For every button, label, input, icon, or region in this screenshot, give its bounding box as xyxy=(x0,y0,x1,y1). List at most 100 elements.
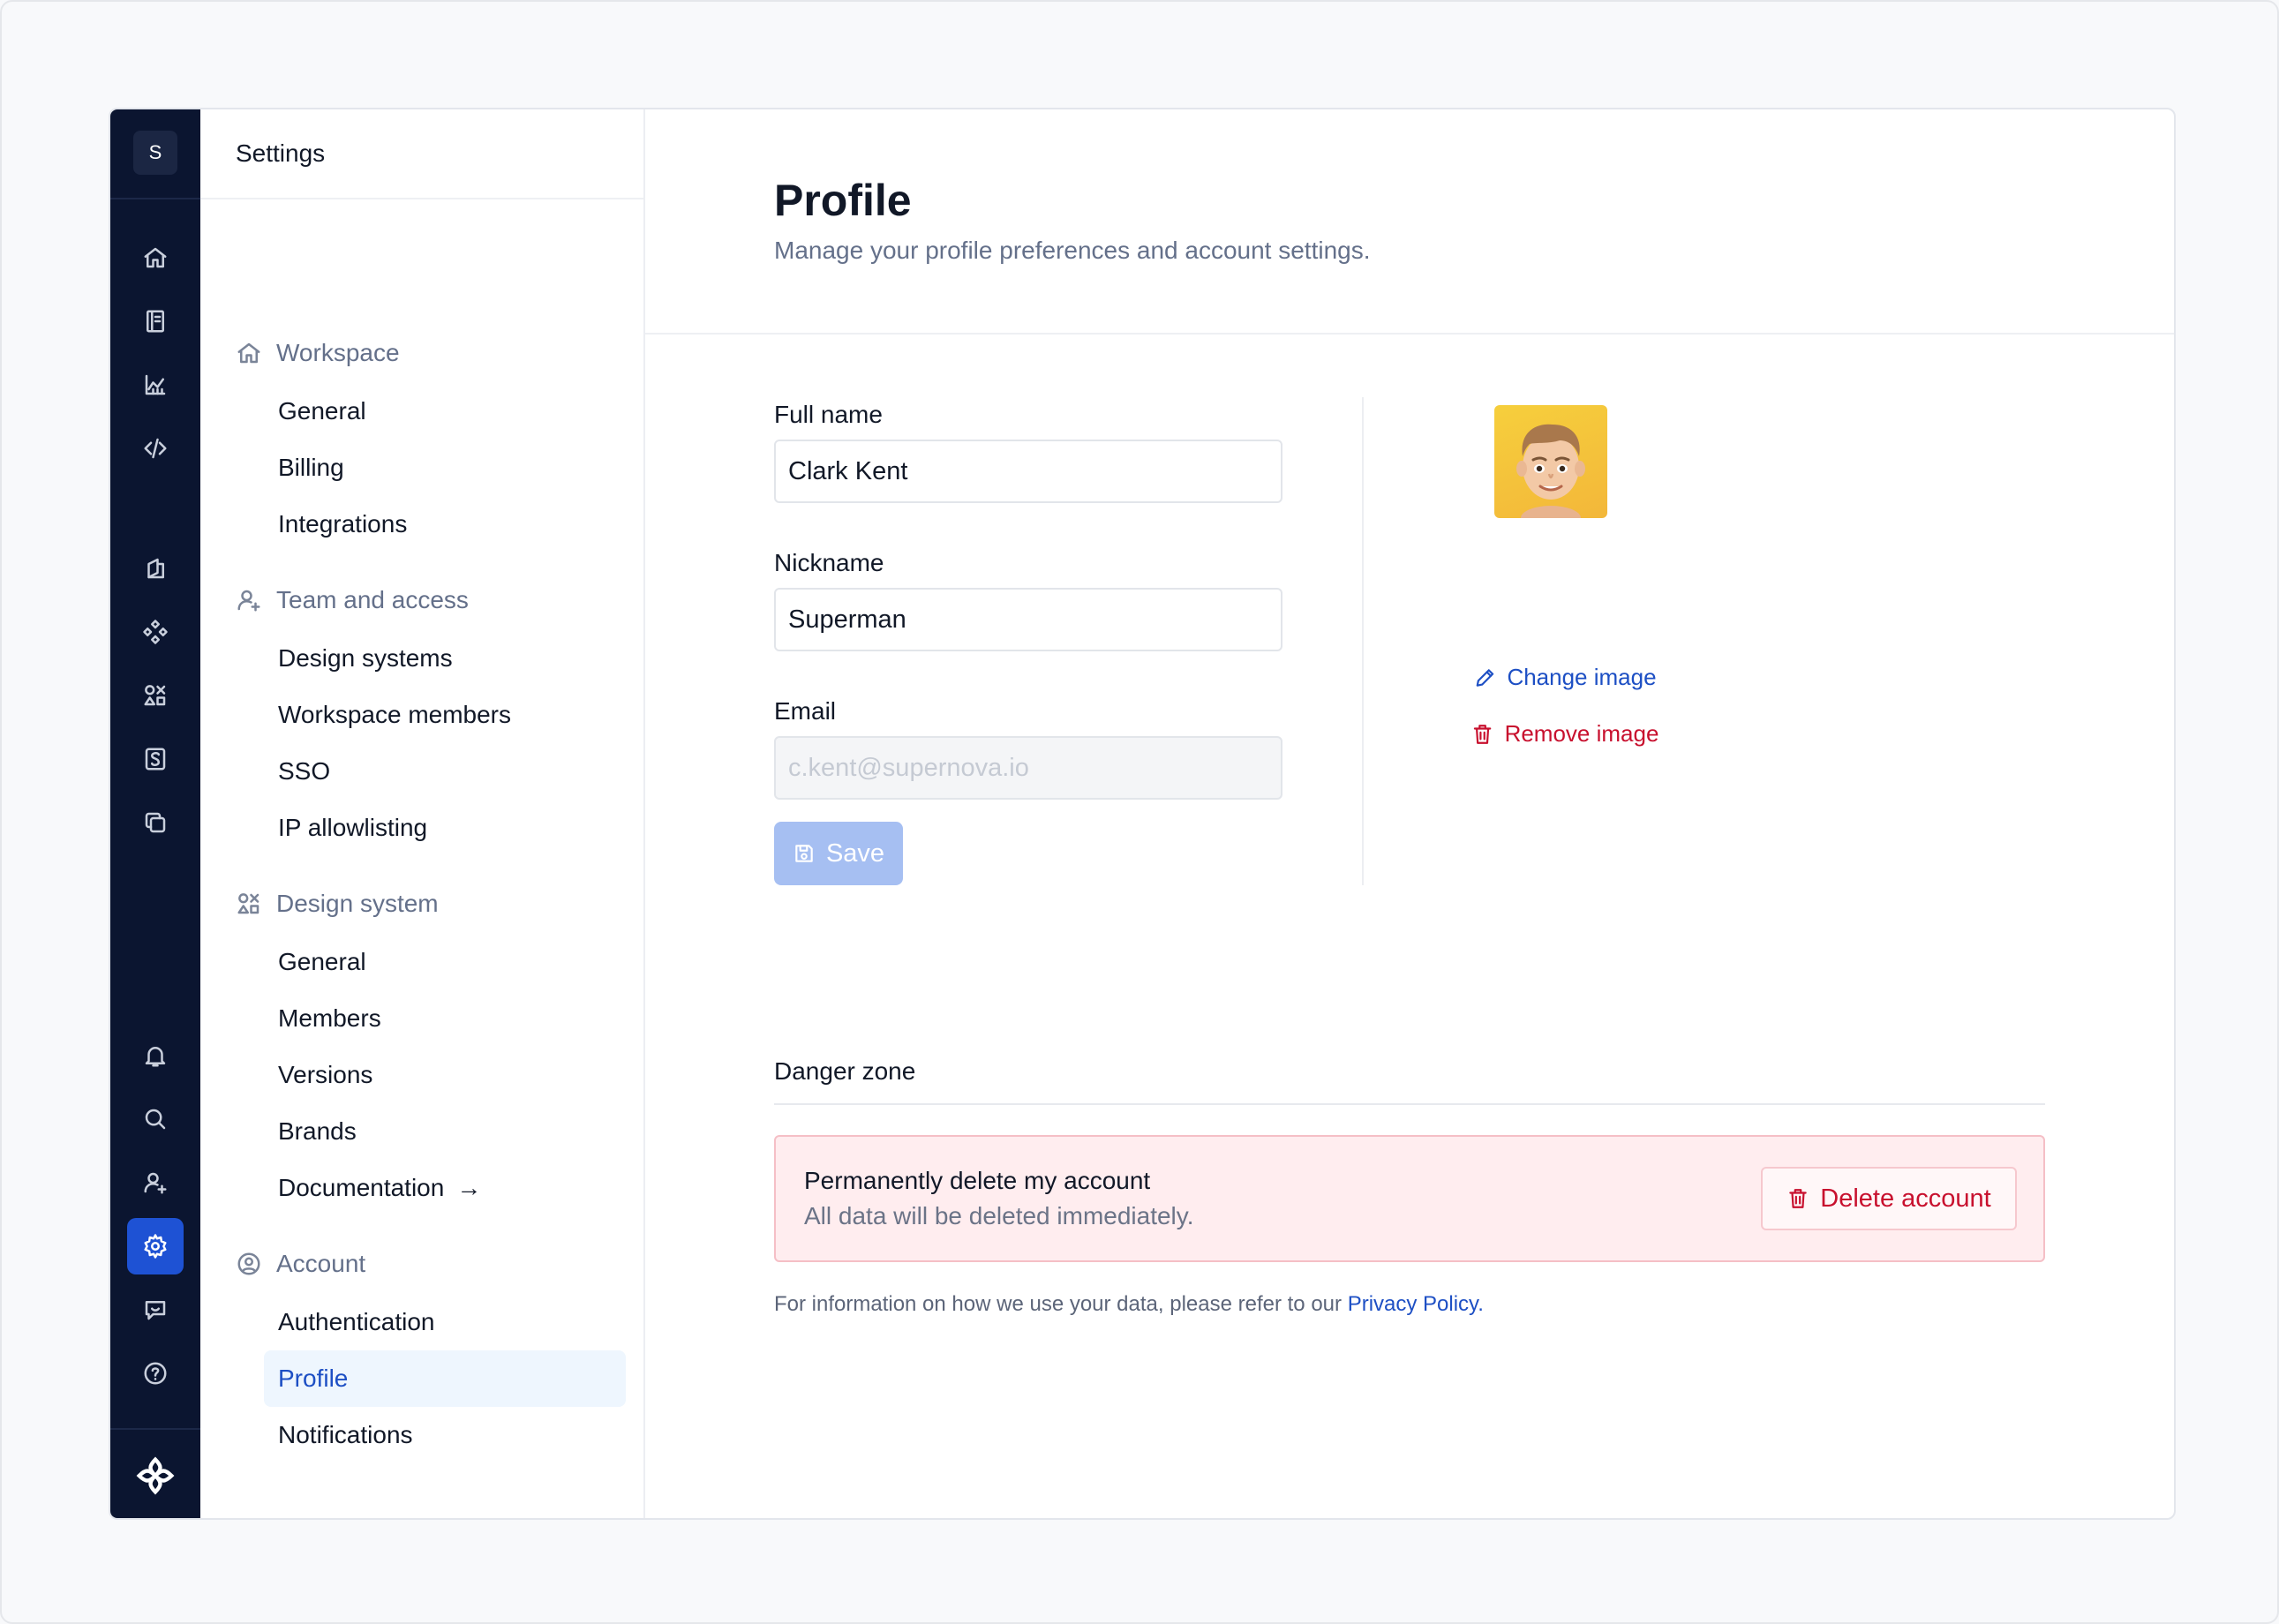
delete-account-button[interactable]: Delete account xyxy=(1761,1167,2017,1230)
nav-section-label: Workspace xyxy=(276,339,400,366)
change-image-link[interactable]: Change image xyxy=(1473,664,1657,691)
rail-analytics-button[interactable] xyxy=(127,357,184,413)
privacy-note-text: For information on how we use your data,… xyxy=(774,1292,1343,1316)
nav-section-label: Account xyxy=(276,1250,366,1277)
nav-item-workspace-general[interactable]: General xyxy=(264,383,626,440)
page-subtitle: Manage your profile preferences and acco… xyxy=(774,237,1371,264)
nickname-input[interactable] xyxy=(774,588,1282,651)
add-user-icon xyxy=(144,1172,167,1194)
pencil-icon xyxy=(1476,668,1494,687)
nav-section-label: Design system xyxy=(276,890,439,917)
nav-item-profile[interactable]: Profile xyxy=(264,1350,626,1407)
rail-design-system-button[interactable] xyxy=(127,667,184,724)
change-image-label: Change image xyxy=(1507,664,1657,690)
nav-item-notifications[interactable]: Notifications xyxy=(264,1407,626,1463)
danger-zone-card: Permanently delete my account All data w… xyxy=(774,1135,2045,1262)
privacy-note: For information on how we use your data,… xyxy=(774,1292,1484,1317)
gear-icon xyxy=(144,1234,167,1259)
email-input[interactable] xyxy=(774,736,1282,800)
book-icon xyxy=(147,310,164,333)
rail-pages-button[interactable] xyxy=(127,540,184,597)
full-name-label: Full name xyxy=(774,401,883,428)
nav-item-workspace-members[interactable]: Workspace members xyxy=(264,687,626,743)
main-content: Profile Manage your profile preferences … xyxy=(645,109,2174,1518)
brand-logo-icon xyxy=(136,1456,175,1495)
save-button[interactable]: Save xyxy=(774,822,903,885)
nav-item-design-systems[interactable]: Design systems xyxy=(264,630,626,687)
nickname-label: Nickname xyxy=(774,549,884,576)
rail-search-button[interactable] xyxy=(127,1091,184,1147)
page-title: Profile xyxy=(774,176,912,225)
nav-item-versions[interactable]: Versions xyxy=(264,1047,626,1103)
shapes-icon xyxy=(237,893,259,914)
nav-item-authentication[interactable]: Authentication xyxy=(264,1294,626,1350)
nav-item-ip-allowlisting[interactable]: IP allowlisting xyxy=(264,800,626,856)
rail-help-button[interactable] xyxy=(127,1345,184,1402)
nav-item-sso[interactable]: SSO xyxy=(264,743,626,800)
home-icon xyxy=(237,342,260,364)
nav-section-account: Account xyxy=(236,1250,365,1278)
code-icon xyxy=(144,438,167,459)
rail-notifications-button[interactable] xyxy=(127,1027,184,1084)
save-button-label: Save xyxy=(825,838,885,868)
home-icon xyxy=(144,247,167,268)
trash-icon xyxy=(1473,724,1492,744)
rail-components-button[interactable] xyxy=(127,604,184,660)
nav-section-design-system: Design system xyxy=(236,890,439,918)
bell-icon xyxy=(145,1047,166,1067)
arrow-right-icon: → xyxy=(456,1174,482,1201)
email-label: Email xyxy=(774,697,837,725)
nav-item-billing[interactable]: Billing xyxy=(264,440,626,496)
nav-section-label: Team and access xyxy=(276,586,469,613)
workspace-avatar[interactable]: S xyxy=(133,131,177,175)
trash-icon xyxy=(1789,1189,1808,1208)
delete-account-label: Delete account xyxy=(1820,1184,1991,1213)
danger-zone-title: Danger zone xyxy=(774,1057,916,1085)
nav-item-label: Documentation xyxy=(278,1174,445,1201)
danger-zone-divider xyxy=(774,1103,2045,1105)
vertical-divider xyxy=(1362,397,1364,885)
rail-home-button[interactable] xyxy=(127,229,184,286)
floppy-disk-icon xyxy=(795,845,813,862)
nav-item-ds-general[interactable]: General xyxy=(264,934,626,990)
rail-invite-button[interactable] xyxy=(127,1154,184,1211)
remove-image-label: Remove image xyxy=(1504,720,1659,747)
help-icon xyxy=(144,1362,167,1385)
nav-item-integrations[interactable]: Integrations xyxy=(264,496,626,553)
pages-icon xyxy=(147,558,164,579)
icon-rail: S xyxy=(110,109,200,1518)
copy-icon xyxy=(145,812,166,833)
rail-settings-button[interactable] xyxy=(127,1218,184,1274)
rail-divider xyxy=(110,198,200,199)
page-background: S Settings Workspace General Billing Int… xyxy=(0,0,2279,1624)
user-circle-icon xyxy=(237,1252,260,1275)
chat-icon xyxy=(145,1301,166,1320)
app-window: S Settings Workspace General Billing Int… xyxy=(109,108,2176,1520)
page-header: Profile Manage your profile preferences … xyxy=(645,109,2174,335)
storybook-icon xyxy=(145,748,166,771)
rail-divider xyxy=(110,1428,200,1430)
delete-account-description: All data will be deleted immediately. xyxy=(804,1202,1194,1229)
chart-icon xyxy=(145,374,166,395)
nav-section-team-and-access: Team and access xyxy=(236,586,469,614)
search-icon xyxy=(145,1109,166,1130)
profile-avatar xyxy=(1494,405,1607,518)
privacy-policy-link[interactable]: Privacy Policy. xyxy=(1348,1292,1484,1316)
rail-code-button[interactable] xyxy=(127,420,184,477)
nav-section-workspace: Workspace xyxy=(236,339,400,367)
nav-item-brands[interactable]: Brands xyxy=(264,1103,626,1160)
brand-logo[interactable] xyxy=(127,1447,184,1504)
remove-image-link[interactable]: Remove image xyxy=(1471,720,1659,748)
nav-item-members[interactable]: Members xyxy=(264,990,626,1047)
delete-account-heading: Permanently delete my account xyxy=(804,1167,1151,1194)
nav-item-documentation[interactable]: Documentation → xyxy=(264,1160,626,1216)
full-name-input[interactable] xyxy=(774,440,1282,503)
rail-storybook-button[interactable] xyxy=(127,731,184,787)
shapes-icon xyxy=(144,685,166,706)
rail-feedback-button[interactable] xyxy=(127,1282,184,1338)
settings-nav-title: Settings xyxy=(200,109,643,199)
rail-docs-button[interactable] xyxy=(127,293,184,350)
settings-nav: Settings Workspace General Billing Integ… xyxy=(200,109,645,1518)
memoji-face-icon xyxy=(1516,424,1585,518)
rail-copy-button[interactable] xyxy=(127,794,184,851)
